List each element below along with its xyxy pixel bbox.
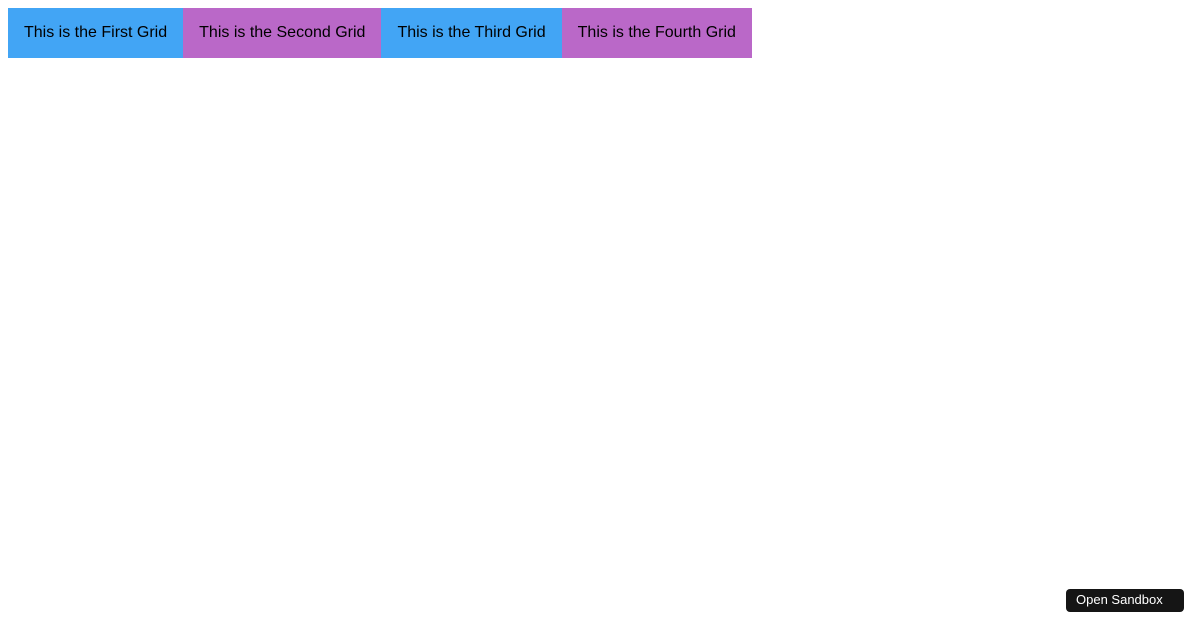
grid-item-first: This is the First Grid xyxy=(8,8,183,58)
grid-container: This is the First Grid This is the Secon… xyxy=(0,0,1200,66)
open-sandbox-button[interactable]: Open Sandbox xyxy=(1066,589,1184,612)
grid-item-fourth: This is the Fourth Grid xyxy=(562,8,752,58)
grid-item-third: This is the Third Grid xyxy=(381,8,561,58)
grid-item-second: This is the Second Grid xyxy=(183,8,381,58)
